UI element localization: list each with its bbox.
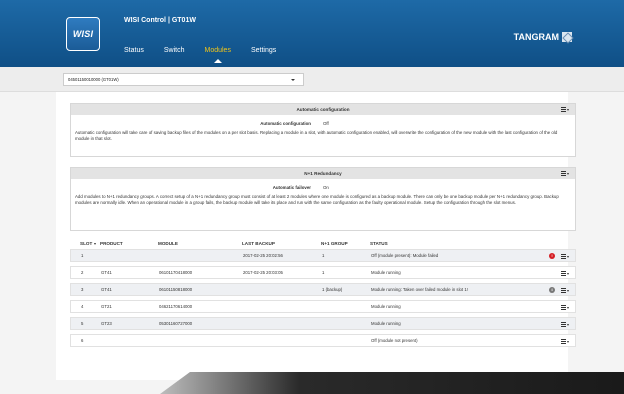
chevron-down-icon: [291, 79, 295, 81]
col-slot[interactable]: SLOT: [70, 241, 100, 246]
status-cell: Off (module present): Module failed: [371, 253, 439, 258]
status-cell: Off (module not present): [371, 338, 418, 343]
panel-menu-icon[interactable]: [561, 170, 569, 177]
row-menu-icon[interactable]: [561, 287, 569, 294]
row-menu-icon[interactable]: [561, 338, 569, 345]
nav-modules[interactable]: Modules: [204, 47, 231, 63]
slot-cell: 6: [81, 338, 84, 343]
auto-config-panel: Automatic configuration Automatic config…: [70, 103, 576, 157]
product-cell: GT21: [101, 304, 112, 309]
row-menu-icon[interactable]: [561, 304, 569, 311]
status-cell: Module running: [371, 304, 401, 309]
table-header: SLOT PRODUCT MODULE LAST BACKUP N+1 GROU…: [70, 238, 576, 249]
n1-group-cell: 1: [322, 270, 325, 275]
modules-table: SLOT PRODUCT MODULE LAST BACKUP N+1 GROU…: [70, 238, 576, 351]
n1-group-cell: 1: [322, 253, 325, 258]
slot-cell: 1: [81, 253, 84, 258]
status-cell: Module running: [371, 321, 401, 326]
product-cell: GT41: [101, 287, 112, 292]
redundancy-label: Automatic failover: [272, 185, 311, 190]
info-icon[interactable]: i: [549, 287, 555, 293]
tangram-logo-icon: [562, 32, 572, 42]
tangram-brand: TANGRAM: [514, 32, 572, 42]
brand-name: TANGRAM: [513, 32, 559, 42]
col-slot-label: SLOT: [80, 241, 93, 246]
module-cell: 04621170614000: [159, 304, 193, 309]
device-select[interactable]: 04501150010000 (GT01W): [63, 73, 304, 86]
col-n1-group: N+1 GROUP: [321, 241, 348, 246]
auto-config-description: Automatic configuration will take care o…: [75, 130, 558, 141]
table-row[interactable]: 6 Off (module not present): [70, 334, 576, 347]
main-nav: Status Switch Modules Settings: [124, 47, 276, 63]
redundancy-title: N+1 Redundancy: [304, 171, 342, 176]
module-cell: 06101170418000: [159, 270, 193, 275]
error-icon: !: [549, 253, 555, 259]
status-cell: Module running: [371, 270, 401, 275]
table-body: 1 2017-02-25 20:02:56 1 Off (module present…: [70, 249, 576, 347]
col-product: PRODUCT: [100, 241, 123, 246]
panel-menu-icon[interactable]: [561, 106, 569, 113]
table-row[interactable]: 3 GT41 06101150818000 1 (backup) Module runn…: [70, 283, 576, 296]
footer-band: [160, 372, 624, 394]
slot-cell: 4: [81, 304, 84, 309]
device-select-value: 04501150010000 (GT01W): [68, 77, 119, 82]
sort-down-icon: [94, 242, 97, 245]
auto-config-header: Automatic configuration: [71, 104, 575, 115]
status-cell: Module running: Taken over failed module…: [371, 287, 468, 292]
wisi-logo[interactable]: WISI: [66, 17, 100, 51]
row-menu-icon[interactable]: [561, 253, 569, 260]
col-module: MODULE: [158, 241, 178, 246]
product-cell: GT23: [101, 321, 112, 326]
module-cell: 06101150818000: [159, 287, 193, 292]
app-title: WISI Control | GT01W: [124, 17, 196, 24]
backup-cell: 2017-02-25 20:03:05: [243, 270, 283, 275]
col-status: STATUS: [370, 241, 388, 246]
logo-text: WISI: [72, 29, 94, 39]
product-cell: GT41: [101, 270, 112, 275]
table-row[interactable]: 5 GT23 05301160727000 Module running: [70, 317, 576, 330]
nav-settings[interactable]: Settings: [251, 47, 276, 54]
auto-config-label: Automatic configuration: [260, 121, 311, 126]
slot-cell: 2: [81, 270, 84, 275]
row-menu-icon[interactable]: [561, 321, 569, 328]
top-header: WISI WISI Control | GT01W Status Switch …: [0, 0, 624, 67]
n1-group-cell: 1 (backup): [322, 287, 343, 292]
redundancy-description: Add modules to N+1 redundancy groups. A …: [75, 194, 559, 205]
redundancy-value: On: [323, 185, 329, 190]
table-row[interactable]: 4 GT21 04621170614000 Module running: [70, 300, 576, 313]
slot-cell: 3: [81, 287, 84, 292]
redundancy-panel: N+1 Redundancy Automatic failover On Add …: [70, 167, 576, 231]
nav-status[interactable]: Status: [124, 47, 144, 54]
redundancy-header: N+1 Redundancy: [71, 168, 575, 179]
auto-config-value: Off: [323, 121, 329, 126]
slot-cell: 5: [81, 321, 84, 326]
row-menu-icon[interactable]: [561, 270, 569, 277]
device-bar: 04501150010000 (GT01W): [0, 67, 624, 92]
table-row[interactable]: 2 GT41 06101170418000 2017-02-25 20:03:05 1 M…: [70, 266, 576, 279]
module-cell: 05301160727000: [159, 321, 193, 326]
col-last-backup: LAST BACKUP: [242, 241, 275, 246]
auto-config-title: Automatic configuration: [296, 107, 350, 112]
table-row[interactable]: 1 2017-02-25 20:02:56 1 Off (module present…: [70, 249, 576, 262]
nav-switch[interactable]: Switch: [164, 47, 185, 54]
backup-cell: 2017-02-25 20:02:56: [243, 253, 283, 258]
